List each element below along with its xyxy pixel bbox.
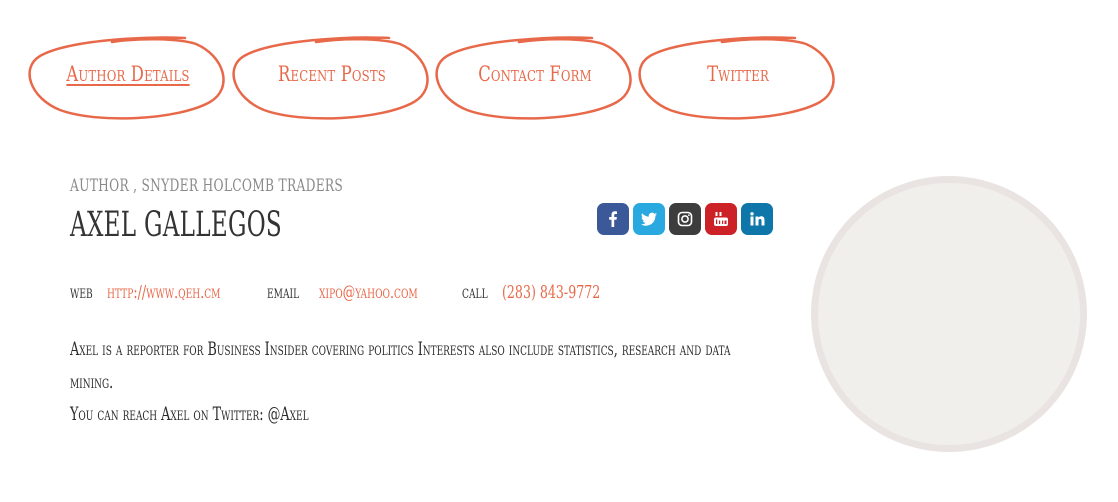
linkedin-button[interactable]: [741, 203, 773, 235]
linkedin-icon: [750, 212, 765, 226]
tab-contact-form[interactable]: Contact Form: [435, 32, 635, 124]
contact-details: web http://www.qeh.cm email xipo@yahoo.c…: [70, 282, 690, 308]
avatar-photo: [818, 183, 1080, 445]
social-links: [597, 203, 773, 235]
youtube-icon: [714, 212, 728, 226]
web-link[interactable]: http://www.qeh.cm: [107, 282, 220, 303]
author-avatar: [811, 176, 1087, 452]
author-bio: Axel is a reporter for Business Insider …: [70, 334, 746, 432]
tab-label: Recent Posts: [278, 62, 386, 86]
instagram-button[interactable]: [669, 203, 701, 235]
author-role: AUTHOR , SNYDER HOLCOMB TRADERS: [70, 176, 344, 196]
phone-link[interactable]: (283) 843-9772: [502, 282, 600, 303]
bio-twitter-text: You can reach Axel on Twitter: @Axel: [70, 404, 309, 425]
call-label: call: [462, 282, 488, 303]
tab-label: Author Details: [66, 62, 190, 86]
facebook-icon: [609, 211, 617, 227]
twitter-button[interactable]: [633, 203, 665, 235]
instagram-icon: [677, 211, 693, 227]
email-link[interactable]: xipo@yahoo.com: [319, 282, 418, 303]
email-label: email: [267, 282, 300, 303]
web-label: web: [70, 282, 93, 303]
facebook-button[interactable]: [597, 203, 629, 235]
author-box-tabs: Author Details Recent Posts Contact Form…: [28, 32, 848, 127]
tab-label: Twitter: [707, 62, 769, 86]
tab-recent-posts[interactable]: Recent Posts: [232, 32, 432, 124]
tab-twitter[interactable]: Twitter: [638, 32, 838, 124]
twitter-icon: [641, 212, 657, 226]
author-name: AXEL GALLEGOS: [70, 205, 283, 245]
tab-label: Contact Form: [478, 62, 592, 86]
youtube-button[interactable]: [705, 203, 737, 235]
tab-author-details[interactable]: Author Details: [28, 32, 228, 124]
bio-text: Axel is a reporter for Business Insider …: [70, 339, 731, 393]
